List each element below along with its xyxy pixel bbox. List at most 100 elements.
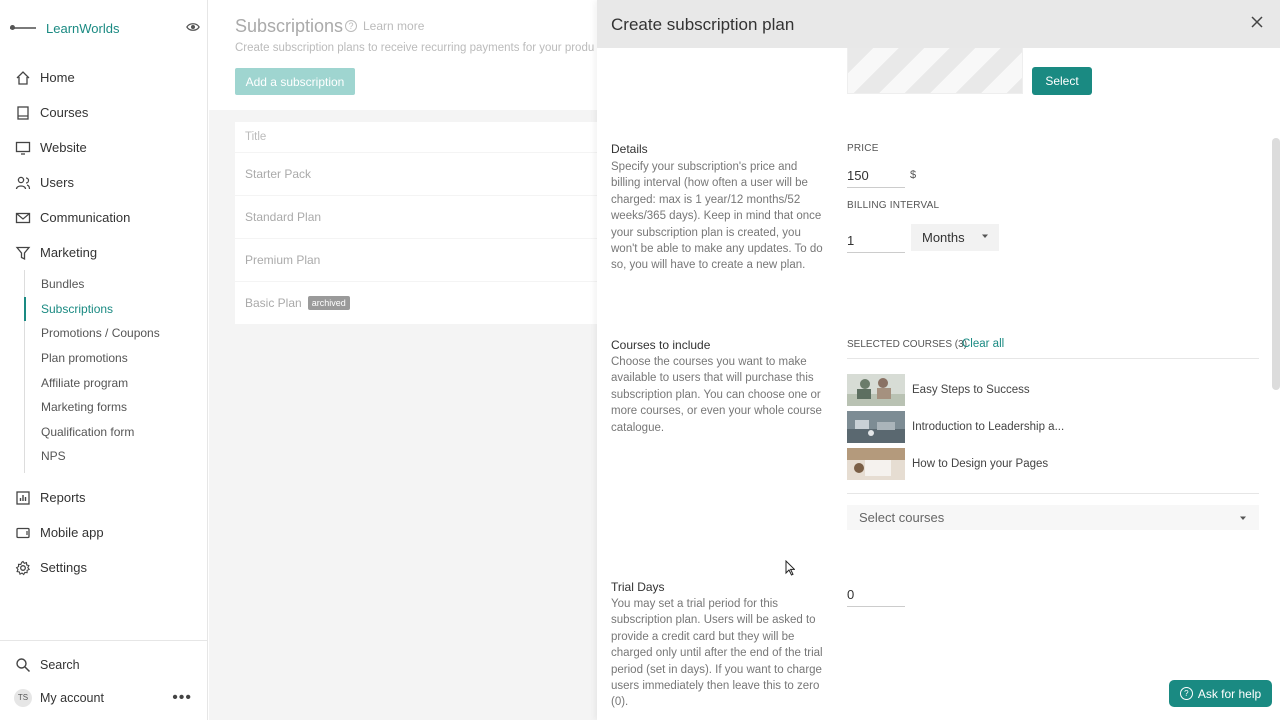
sidebar-item-home[interactable]: Home [0, 60, 208, 95]
course-name: Easy Steps to Success [912, 384, 1030, 396]
sidebar-item-mobile-app[interactable]: Mobile app [0, 515, 208, 550]
subnav-nps[interactable]: NPS [25, 444, 208, 469]
learn-more-label: Learn more [363, 19, 425, 33]
main-nav: Home Courses Website Users Communication… [0, 60, 208, 473]
drawer-scrollbar[interactable] [1272, 138, 1280, 390]
subscriptions-list-area: Title Starter Pack Standard Plan Premium… [209, 110, 615, 720]
drawer-header: Create subscription plan [597, 0, 1280, 48]
clear-all-link[interactable]: Clear all [962, 338, 1004, 350]
sidebar-item-settings[interactable]: Settings [0, 550, 208, 585]
more-icon[interactable]: ••• [172, 689, 192, 707]
row-title: Premium Plan [245, 253, 321, 267]
eye-icon[interactable] [186, 20, 200, 34]
billing-interval-input[interactable]: 1 [847, 229, 905, 253]
chevron-down-icon [1240, 516, 1246, 520]
my-account-label: My account [40, 690, 104, 705]
chart-icon [14, 489, 32, 507]
trial-days-description: You may set a trial period for this subs… [611, 598, 823, 709]
select-courses-placeholder: Select courses [859, 510, 945, 525]
course-thumbnail [847, 374, 905, 406]
sidebar-item-communication[interactable]: Communication [0, 200, 208, 235]
table-row[interactable]: Standard Plan [235, 195, 615, 238]
app: LearnWorlds Home Courses Website Users C… [0, 0, 1280, 720]
sidebar-item-label: Mobile app [40, 525, 104, 540]
sidebar-item-courses[interactable]: Courses [0, 95, 208, 130]
table-row[interactable]: Premium Plan [235, 238, 615, 281]
row-title: Standard Plan [245, 210, 322, 224]
row-title: Basic Plan [245, 296, 302, 310]
sidebar-item-label: Reports [40, 490, 86, 505]
subnav-subscriptions[interactable]: Subscriptions [24, 296, 208, 322]
subnav-qualification-form[interactable]: Qualification form [25, 420, 208, 445]
subscriptions-table: Title Starter Pack Standard Plan Premium… [235, 122, 615, 324]
sidebar-item-marketing[interactable]: Marketing [0, 235, 208, 270]
details-title: Details [611, 142, 648, 156]
mouse-cursor-icon [785, 560, 795, 576]
subnav-plan-promotions[interactable]: Plan promotions [25, 346, 208, 371]
search-label: Search [40, 657, 80, 672]
sidebar-item-website[interactable]: Website [0, 130, 208, 165]
page-subtitle: Create subscription plans to receive rec… [235, 42, 595, 54]
sidebar-item-label: Users [40, 175, 74, 190]
course-thumbnail [847, 448, 905, 480]
page-title: Subscriptions [235, 16, 344, 36]
users-icon [14, 174, 32, 192]
help-circle-icon: ? [1179, 687, 1193, 700]
trial-days-title: Trial Days [611, 580, 665, 594]
billing-interval-label: BILLING INTERVAL [847, 200, 940, 211]
home-icon [14, 69, 32, 87]
monitor-icon [14, 139, 32, 157]
currency-symbol: $ [910, 169, 917, 181]
brand[interactable]: LearnWorlds [10, 18, 200, 38]
selected-course-item[interactable]: Introduction to Leadership a... [847, 410, 1064, 444]
course-thumbnail [847, 411, 905, 443]
brand-name: LearnWorlds [46, 20, 120, 36]
ask-for-help-button[interactable]: ? Ask for help [1169, 680, 1272, 707]
selected-course-item[interactable]: How to Design your Pages [847, 447, 1048, 481]
row-title: Starter Pack [245, 167, 312, 181]
sidebar-item-label: Communication [40, 210, 131, 225]
table-row[interactable]: Basic Plan archived [235, 281, 615, 324]
help-circle-icon: ? [345, 20, 357, 32]
trial-days-input[interactable]: 0 [847, 583, 905, 607]
search-icon [14, 656, 32, 674]
sidebar-item-label: Home [40, 70, 75, 85]
book-icon [14, 104, 32, 122]
price-input[interactable]: 150 [847, 164, 905, 188]
avatar: TS [14, 688, 32, 707]
archived-badge: archived [307, 296, 350, 310]
sidebar-item-label: Courses [40, 105, 89, 120]
table-header-title: Title [245, 131, 267, 143]
marketing-subnav: Bundles Subscriptions Promotions / Coupo… [24, 270, 208, 473]
details-description: Specify your subscription's price and bi… [611, 161, 823, 272]
subnav-marketing-forms[interactable]: Marketing forms [25, 395, 208, 420]
sidebar-item-label: Marketing [40, 245, 98, 260]
table-row[interactable]: Starter Pack [235, 152, 615, 195]
close-icon[interactable] [1250, 15, 1264, 29]
sidebar-item-label: Website [40, 140, 87, 155]
my-account-item[interactable]: TS My account ••• [0, 681, 208, 714]
divider [847, 358, 1259, 359]
select-image-button[interactable]: Select [1032, 67, 1092, 95]
chevron-down-icon [982, 234, 988, 238]
ask-for-help-label: Ask for help [1197, 686, 1262, 701]
courses-description: Choose the courses you want to make avai… [611, 356, 822, 434]
subnav-affiliate-program[interactable]: Affiliate program [25, 370, 208, 395]
create-subscription-drawer: Create subscription plan Select Details … [597, 0, 1280, 720]
search-nav-item[interactable]: Search [0, 648, 208, 681]
course-name: How to Design your Pages [912, 458, 1049, 470]
billing-unit-select[interactable]: Months [911, 224, 999, 251]
subnav-promotions-coupons[interactable]: Promotions / Coupons [25, 321, 208, 346]
selected-course-item[interactable]: Easy Steps to Success [847, 373, 1030, 407]
learn-more-link[interactable]: ? Learn more [345, 19, 424, 33]
funnel-icon [14, 244, 32, 262]
sidebar-item-label: Settings [40, 560, 87, 575]
divider [847, 493, 1259, 494]
subnav-bundles[interactable]: Bundles [25, 272, 208, 297]
lower-nav: Reports Mobile app Settings [0, 480, 208, 585]
sidebar-item-users[interactable]: Users [0, 165, 208, 200]
select-courses-dropdown[interactable]: Select courses [847, 505, 1259, 530]
add-subscription-button[interactable]: Add a subscription [235, 68, 355, 95]
selected-courses-label: SELECTED COURSES (3) [847, 339, 968, 350]
sidebar-item-reports[interactable]: Reports [0, 480, 208, 515]
